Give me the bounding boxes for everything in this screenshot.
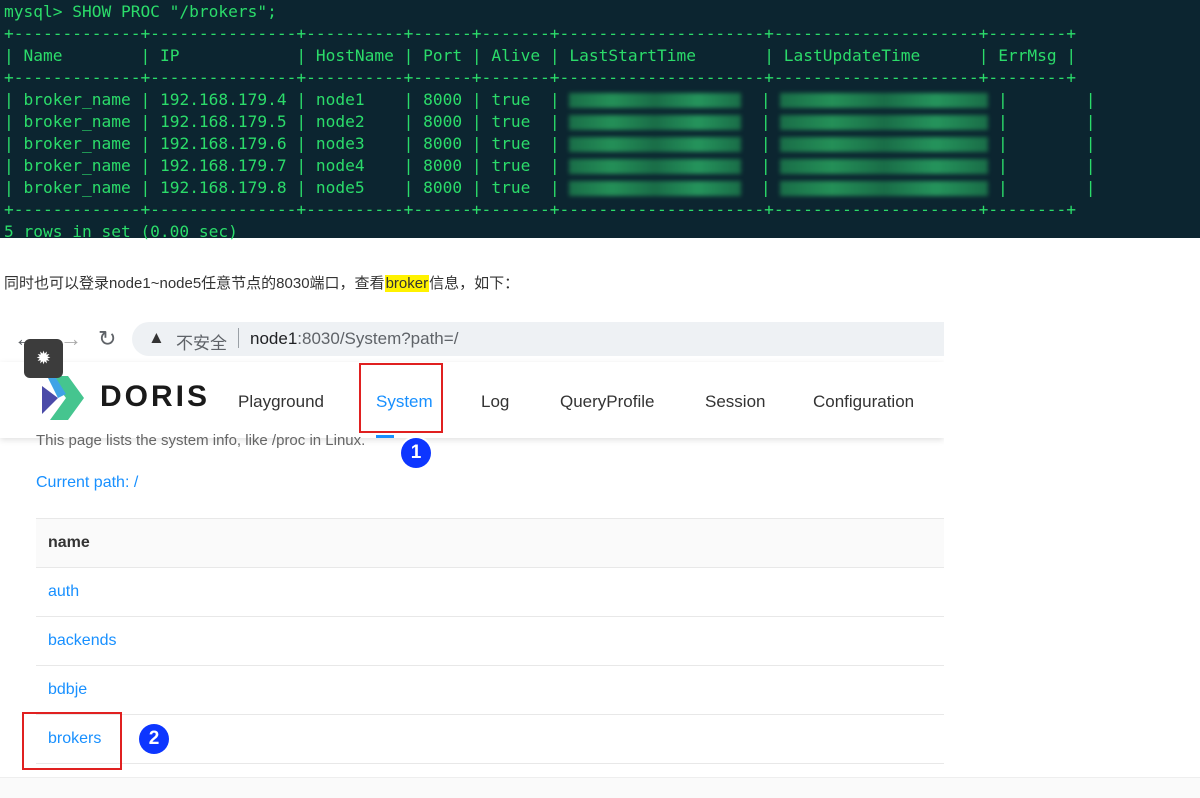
table-row-auth[interactable]: auth xyxy=(36,568,944,617)
reload-icon[interactable]: ↻ xyxy=(98,326,116,352)
url-path: :8030/System?path=/ xyxy=(297,329,459,348)
col-errmsg: ErrMsg xyxy=(998,46,1057,65)
system-table: name auth backends bdbje brokers xyxy=(36,518,944,764)
cell-alive: true xyxy=(491,156,531,175)
blurred-timestamp xyxy=(569,137,742,152)
blurred-timestamp xyxy=(569,159,742,174)
current-path: Current path: / xyxy=(36,474,139,491)
browser-window: ← → ↻ ▲ 不安全 node1:8030/System?path=/ DOR… xyxy=(0,320,944,777)
nav-playground[interactable]: Playground xyxy=(238,392,324,412)
nav-log[interactable]: Log xyxy=(481,392,509,412)
col-port: Port xyxy=(423,46,463,65)
terminal-row: | broker_name | 192.168.179.8 | node5 | … xyxy=(4,178,1096,197)
cell-alive: true xyxy=(491,178,531,197)
description-paragraph: 同时也可以登录node1~node5任意节点的8030端口，查看broker信息… xyxy=(4,272,519,293)
terminal-row: | broker_name | 192.168.179.6 | node3 | … xyxy=(4,134,1096,153)
cell-ip: 192.168.179.7 xyxy=(159,156,287,175)
blurred-timestamp xyxy=(569,181,742,196)
col-hostname: HostName xyxy=(315,46,394,65)
table-border-top: +-------------+---------------+---------… xyxy=(4,24,1077,43)
app-header: DORIS Playground System Log QueryProfile… xyxy=(0,362,944,438)
blurred-timestamp xyxy=(780,137,989,152)
cell-alive: true xyxy=(491,134,531,153)
cell-name: broker_name xyxy=(23,90,131,109)
table-row-bdbje[interactable]: bdbje xyxy=(36,666,944,715)
col-ip: IP xyxy=(159,46,180,65)
page-bottom-bar xyxy=(0,777,1200,798)
cell-ip: 192.168.179.8 xyxy=(159,178,287,197)
blurred-timestamp xyxy=(780,115,989,130)
url-divider xyxy=(238,328,239,348)
cell-ip: 192.168.179.5 xyxy=(159,112,287,131)
doris-logo-icon xyxy=(42,376,84,420)
cell-name: broker_name xyxy=(23,156,131,175)
col-lastupdatetime: LastUpdateTime xyxy=(783,46,921,65)
table-row-backends[interactable]: backends xyxy=(36,617,944,666)
cell-host: node2 xyxy=(315,112,365,131)
step-badge-2: 2 xyxy=(139,724,169,754)
col-laststarttime: LastStartTime xyxy=(569,46,697,65)
forward-arrow-icon[interactable]: → xyxy=(60,326,82,352)
paragraph-text-tail: 信息，如下： xyxy=(429,275,520,292)
nav-session[interactable]: Session xyxy=(705,392,765,412)
active-tab-indicator xyxy=(376,435,394,438)
page-description: This page lists the system info, like /p… xyxy=(36,432,366,449)
warning-triangle-icon[interactable]: ▲ xyxy=(148,328,165,348)
terminal-header-row: | Name | IP | HostName | Port | Alive | … xyxy=(4,46,1077,65)
extension-brain-icon[interactable]: ✹ xyxy=(24,339,63,378)
terminal-row: | broker_name | 192.168.179.5 | node2 | … xyxy=(4,112,1096,131)
cell-host: node4 xyxy=(315,156,365,175)
cell-host: node3 xyxy=(315,134,365,153)
terminal-row: | broker_name | 192.168.179.7 | node4 | … xyxy=(4,156,1096,175)
terminal-footer: 5 rows in set (0.00 sec) xyxy=(4,222,238,241)
table-border-mid: +-------------+---------------+---------… xyxy=(4,68,1077,87)
cell-host: node5 xyxy=(315,178,365,197)
cell-port: 8000 xyxy=(423,134,463,153)
col-alive: Alive xyxy=(491,46,541,65)
cell-host: node1 xyxy=(315,90,365,109)
cell-alive: true xyxy=(491,90,531,109)
terminal-row: | broker_name | 192.168.179.4 | node1 | … xyxy=(4,90,1096,109)
cell-name: broker_name xyxy=(23,178,131,197)
blurred-timestamp xyxy=(780,93,989,108)
table-row-brokers[interactable]: brokers xyxy=(36,715,944,764)
highlighted-keyword: broker xyxy=(384,275,430,292)
terminal-output: mysql> SHOW PROC "/brokers"; +----------… xyxy=(0,0,1200,241)
cell-name: broker_name xyxy=(23,134,131,153)
nav-configuration[interactable]: Configuration xyxy=(813,392,914,412)
cell-name: broker_name xyxy=(23,112,131,131)
blurred-timestamp xyxy=(569,115,742,130)
cell-port: 8000 xyxy=(423,156,463,175)
address-bar-row: ← → ↻ ▲ 不安全 node1:8030/System?path=/ xyxy=(0,320,944,358)
blurred-timestamp xyxy=(569,93,742,108)
url-host: node1 xyxy=(250,329,298,348)
cell-port: 8000 xyxy=(423,178,463,197)
table-border-bottom: +-------------+---------------+---------… xyxy=(4,200,1077,219)
cell-port: 8000 xyxy=(423,112,463,131)
brand-name: DORIS xyxy=(100,380,211,413)
url-text[interactable]: node1:8030/System?path=/ xyxy=(250,329,458,349)
cell-ip: 192.168.179.4 xyxy=(159,90,287,109)
step-badge-1: 1 xyxy=(401,438,431,468)
nav-queryprofile[interactable]: QueryProfile xyxy=(560,392,654,412)
blurred-timestamp xyxy=(780,181,989,196)
paragraph-text: 同时也可以登录node1~node5任意节点的8030端口，查看 xyxy=(4,275,385,292)
blurred-timestamp xyxy=(780,159,989,174)
cell-ip: 192.168.179.6 xyxy=(159,134,287,153)
cell-alive: true xyxy=(491,112,531,131)
insecure-label[interactable]: 不安全 xyxy=(176,329,227,354)
terminal-command: mysql> SHOW PROC "/brokers"; xyxy=(4,2,277,21)
cell-port: 8000 xyxy=(423,90,463,109)
table-header-name: name xyxy=(36,519,944,568)
col-name: Name xyxy=(23,46,63,65)
annotation-box-system xyxy=(359,363,443,433)
annotation-box-brokers xyxy=(22,712,122,770)
